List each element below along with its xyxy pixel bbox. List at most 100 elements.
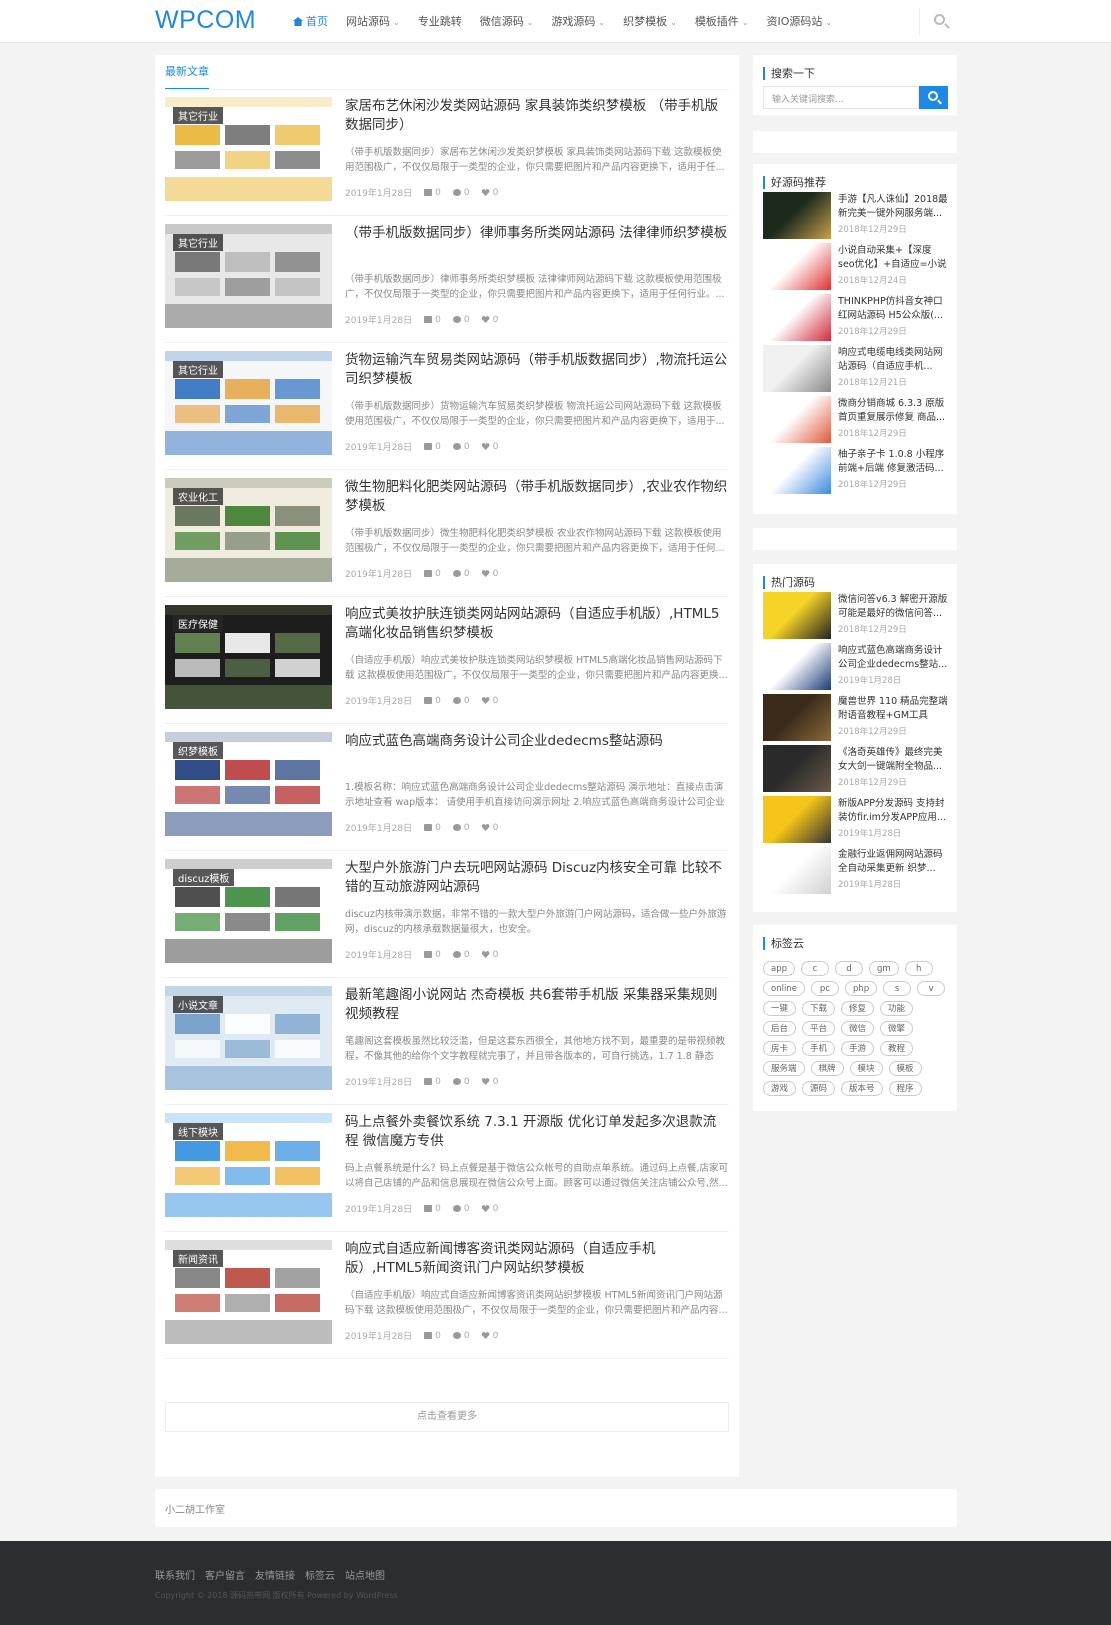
category-badge[interactable]: 医疗保健 <box>173 615 223 632</box>
category-badge[interactable]: 新闻资讯 <box>173 1250 223 1267</box>
sidebar-post-title[interactable]: THINKPHP仿抖音女神口红网站源码 H5公众版(... <box>838 295 948 323</box>
tag-link[interactable]: 修复 <box>841 1001 875 1016</box>
tag-link[interactable]: d <box>835 961 863 976</box>
tab-latest-articles[interactable]: 最新文章 <box>165 63 209 90</box>
sidebar-post[interactable]: THINKPHP仿抖音女神口红网站源码 H5公众版(... 2018年12月29日 <box>763 294 947 342</box>
article-thumbnail[interactable]: 新闻资讯 <box>165 1240 332 1344</box>
footer-link[interactable]: 联系我们 <box>155 1567 195 1582</box>
tag-link[interactable]: 模板 <box>888 1061 922 1076</box>
sidebar-post-thumbnail[interactable] <box>763 447 831 494</box>
sidebar-post-thumbnail[interactable] <box>763 592 831 639</box>
tag-link[interactable]: 游戏 <box>763 1081 797 1096</box>
tag-link[interactable]: pc <box>810 981 839 996</box>
sidebar-post[interactable]: 微商分销商城 6.3.3 原版首页重复展示修复 商品... 2018年12月29日 <box>763 396 947 444</box>
sidebar-post[interactable]: 金融行业返佣网网站源码全自动采集更新 织梦... 2019年1月28日 <box>763 847 947 895</box>
sidebar-post[interactable]: 响应式蓝色高端商务设计公司企业dedecms整站... 2019年1月28日 <box>763 643 947 691</box>
tag-link[interactable]: 功能 <box>880 1001 914 1016</box>
tag-link[interactable]: 手机 <box>802 1041 836 1056</box>
sidebar-post-thumbnail[interactable] <box>763 396 831 443</box>
search-submit-button[interactable] <box>919 86 948 109</box>
nav-item[interactable]: 模板插件 ⌄ <box>686 0 758 43</box>
tag-link[interactable]: v <box>917 981 946 996</box>
footer-link[interactable]: 站点地图 <box>345 1567 385 1582</box>
sidebar-post[interactable]: 微信问答v6.3 解密开源版 可能是最好的微信问答... 2018年12月29日 <box>763 592 947 640</box>
tag-link[interactable]: 微擎 <box>880 1021 914 1036</box>
sidebar-post-thumbnail[interactable] <box>763 643 831 690</box>
sidebar-post[interactable]: 响应式电缆电线类网站网站源码（自适应手机... 2018年12月21日 <box>763 345 947 393</box>
article-thumbnail[interactable]: 线下模块 <box>165 1113 332 1217</box>
tag-link[interactable]: app <box>763 961 795 976</box>
sidebar-post-title[interactable]: 金融行业返佣网网站源码全自动采集更新 织梦... <box>838 848 948 876</box>
sidebar-post-thumbnail[interactable] <box>763 243 831 290</box>
tag-link[interactable]: online <box>763 981 805 996</box>
tag-link[interactable]: 程序 <box>888 1081 922 1096</box>
tag-link[interactable]: php <box>844 981 878 996</box>
article-title[interactable]: 码上点餐外卖餐饮系统 7.3.1 开源版 优化订单发起多次退款流程 微信魔方专供 <box>345 1113 729 1151</box>
sidebar-post-title[interactable]: 《洛奇英雄传》最终完美女大剑一键端附全物品... <box>838 746 948 774</box>
sidebar-post-thumbnail[interactable] <box>763 796 831 843</box>
article-title[interactable]: 响应式自适应新闻博客资讯类网站源码（自适应手机版）,HTML5新闻资讯门户网站织… <box>345 1240 729 1278</box>
article-title[interactable]: 最新笔趣阁小说网站 杰奇模板 共6套带手机版 采集器采集规则 视频教程 <box>345 986 729 1024</box>
sidebar-post-title[interactable]: 微商分销商城 6.3.3 原版首页重复展示修复 商品... <box>838 397 948 425</box>
sidebar-post[interactable]: 新版APP分发源码 支持封装仿fir.im分发APP应用... 2019年1月28… <box>763 796 947 844</box>
footer-link[interactable]: 友情链接 <box>255 1567 295 1582</box>
article-title[interactable]: 响应式美妆护肤连锁类网站网站源码（自适应手机版）,HTML5高端化妆品销售织梦模… <box>345 605 729 643</box>
nav-item[interactable]: 资IO源码站 ⌄ <box>758 0 842 43</box>
sidebar-post[interactable]: 《洛奇英雄传》最终完美女大剑一键端附全物品... 2018年12月29日 <box>763 745 947 793</box>
sidebar-post-thumbnail[interactable] <box>763 192 831 239</box>
load-more-button[interactable]: 点击查看更多 <box>165 1402 729 1432</box>
tag-link[interactable]: 微信 <box>841 1021 875 1036</box>
footer-link[interactable]: 标签云 <box>305 1567 335 1582</box>
category-badge[interactable]: discuz模板 <box>173 869 235 886</box>
sidebar-post-thumbnail[interactable] <box>763 294 831 341</box>
nav-item[interactable]: 网站源码 ⌄ <box>337 0 409 43</box>
article-thumbnail[interactable]: 医疗保健 <box>165 605 332 709</box>
tag-link[interactable]: 版本号 <box>841 1081 883 1096</box>
studio-name[interactable]: 小二胡工作室 <box>165 1501 225 1516</box>
sidebar-post-thumbnail[interactable] <box>763 745 831 792</box>
category-badge[interactable]: 小说文章 <box>173 996 223 1013</box>
tag-link[interactable]: 下载 <box>802 1001 836 1016</box>
search-input[interactable]: 输入关键词搜索... <box>763 86 919 109</box>
sidebar-post-thumbnail[interactable] <box>763 694 831 741</box>
nav-item[interactable]: 微信源码 ⌄ <box>471 0 543 43</box>
article-thumbnail[interactable]: discuz模板 <box>165 859 332 963</box>
nav-item[interactable]: 织梦模板 ⌄ <box>614 0 686 43</box>
tag-link[interactable]: 一键 <box>763 1001 797 1016</box>
category-badge[interactable]: 织梦模板 <box>173 742 223 759</box>
sidebar-post-title[interactable]: 新版APP分发源码 支持封装仿fir.im分发APP应用... <box>838 797 948 825</box>
sidebar-post[interactable]: 魔兽世界 110 精品完整端附语音教程+GM工具 最... 2018年12月29日 <box>763 694 948 742</box>
tag-link[interactable]: 平台 <box>802 1021 836 1036</box>
sidebar-post-title[interactable]: 魔兽世界 110 精品完整端附语音教程+GM工具 最... <box>838 695 948 723</box>
article-thumbnail[interactable]: 小说文章 <box>165 986 332 1090</box>
sidebar-post-title[interactable]: 微信问答v6.3 解密开源版 可能是最好的微信问答... <box>838 593 948 621</box>
tag-link[interactable]: 后台 <box>763 1021 797 1036</box>
article-thumbnail[interactable]: 其它行业 <box>165 97 332 201</box>
tag-link[interactable]: 棋牌 <box>810 1061 844 1076</box>
sidebar-post[interactable]: 小说自动采集+【深度seo优化】+自适应=小说网... 2018年12月24日 <box>763 243 947 291</box>
tag-link[interactable]: 服务端 <box>763 1061 805 1076</box>
tag-link[interactable]: gm <box>869 961 899 976</box>
tag-link[interactable]: 房卡 <box>763 1041 797 1056</box>
category-badge[interactable]: 农业化工 <box>173 488 223 505</box>
tag-link[interactable]: h <box>904 961 933 976</box>
sidebar-post-title[interactable]: 柚子亲子卡 1.0.8 小程序前端+后端 修复激活码... <box>838 448 948 476</box>
article-title[interactable]: 货物运输汽车贸易类网站源码（带手机版数据同步）,物流托运公司织梦模板 <box>345 351 729 389</box>
sidebar-post-title[interactable]: 手游【凡人诛仙】2018最新完美一键外网服务端... <box>838 193 948 221</box>
article-title[interactable]: （带手机版数据同步）律师事务所类网站源码 法律律师织梦模板 <box>345 224 729 243</box>
article-title[interactable]: 家居布艺休闲沙发类网站源码 家具装饰类织梦模板 （带手机版数据同步） <box>345 97 729 135</box>
sidebar-post[interactable]: 柚子亲子卡 1.0.8 小程序前端+后端 修复激活码... 2018年12月29日 <box>763 447 947 495</box>
header-search-button[interactable] <box>919 8 961 35</box>
tag-link[interactable]: 手游 <box>841 1041 875 1056</box>
nav-item[interactable]: 专业跳转 <box>409 0 471 43</box>
article-thumbnail[interactable]: 农业化工 <box>165 478 332 582</box>
category-badge[interactable]: 其它行业 <box>173 234 223 251</box>
tag-link[interactable]: c <box>801 961 829 976</box>
sidebar-post-title[interactable]: 响应式电缆电线类网站网站源码（自适应手机... <box>838 346 948 374</box>
footer-link[interactable]: 客户留言 <box>205 1567 245 1582</box>
article-title[interactable]: 响应式蓝色高端商务设计公司企业dedecms整站源码 <box>345 732 729 751</box>
tag-link[interactable]: 源码 <box>802 1081 836 1096</box>
tag-link[interactable]: s <box>883 981 912 996</box>
sidebar-post-thumbnail[interactable] <box>763 847 831 894</box>
sidebar-post-title[interactable]: 小说自动采集+【深度seo优化】+自适应=小说网... <box>838 244 948 272</box>
